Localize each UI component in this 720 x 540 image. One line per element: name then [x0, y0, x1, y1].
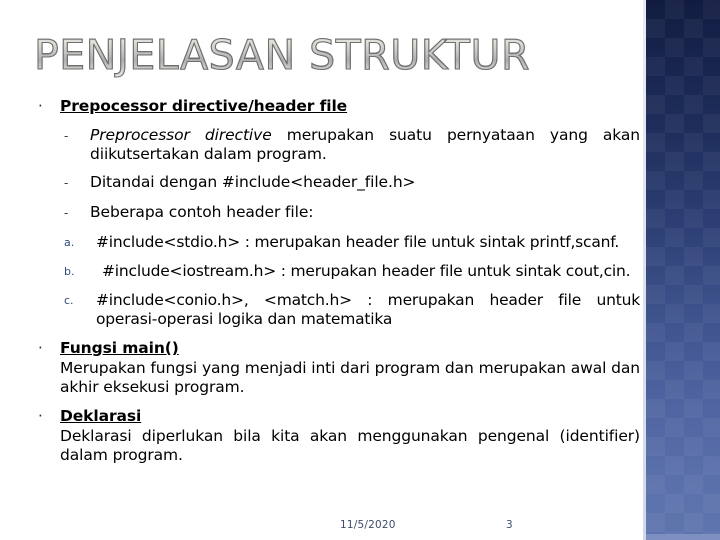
- section-heading-deklarasi: Deklarasi: [60, 407, 142, 425]
- bullet-marker-dash: -: [64, 206, 69, 220]
- bullet-item-level2: - Ditandai dengan #include<header_file.h…: [34, 173, 640, 194]
- bullet-item-level1: · Prepocessor directive/header file: [34, 96, 640, 117]
- sub-item-text-include-syntax: Ditandai dengan #include<header_file.h>: [90, 173, 416, 191]
- section-heading-fungsi-main: Fungsi main(): [60, 339, 179, 357]
- bullet-marker-dot: ·: [38, 339, 43, 357]
- slide-title-container: PENJELASAN STRUKTUR: [33, 30, 634, 86]
- lettered-item-b: b. #include<iostream.h> : merupakan head…: [34, 262, 640, 282]
- bullet-item-level1: · Fungsi main(): [34, 338, 640, 359]
- lettered-item-text-iostream: #include<iostream.h> : merupakan header …: [96, 262, 640, 281]
- footer-date: 11/5/2020: [340, 519, 396, 531]
- footer-slide-number: 3: [506, 519, 513, 531]
- section-paragraph-deklarasi: Deklarasi diperlukan bila kita akan meng…: [60, 427, 640, 464]
- list-marker-a: a.: [64, 236, 75, 249]
- lettered-item-a: a. #include<stdio.h> : merupakan header …: [34, 233, 640, 253]
- bullet-item-level2: - Beberapa contoh header file:: [34, 203, 640, 224]
- slide-body: · Prepocessor directive/header file - Pr…: [34, 96, 640, 465]
- lettered-item-text-stdio: #include<stdio.h> : merupakan header fil…: [96, 233, 620, 251]
- slide-accent-bar-pattern: [646, 0, 720, 540]
- section-heading-preprocessor: Prepocessor directive/header file: [60, 97, 348, 115]
- sub-item-text-preprocessor-definition: Preprocessor directive merupakan suatu p…: [90, 126, 640, 164]
- slide-accent-bar-edge: [643, 0, 646, 540]
- section-paragraph-fungsi-main: Merupakan fungsi yang menjadi inti dari …: [60, 359, 640, 396]
- list-marker-b: b.: [64, 265, 75, 278]
- slide-accent-bar: [646, 0, 720, 540]
- lettered-item-text-conio: #include<conio.h>, <match.h> : merupakan…: [96, 291, 640, 328]
- bullet-marker-dash: -: [64, 129, 69, 143]
- bullet-item-level2: - Preprocessor directive merupakan suatu…: [34, 126, 640, 164]
- italic-term-preprocessor-directive: Preprocessor directive: [90, 126, 272, 144]
- lettered-item-b-body: #include<iostream.h> : merupakan header …: [102, 262, 631, 280]
- slide-title: PENJELASAN STRUKTUR: [33, 30, 634, 80]
- presentation-slide: PENJELASAN STRUKTUR · Prepocessor direct…: [0, 0, 720, 540]
- lettered-item-c: c. #include<conio.h>, <match.h> : merupa…: [34, 291, 640, 329]
- list-marker-c: c.: [64, 294, 74, 307]
- bullet-marker-dash: -: [64, 176, 69, 190]
- bullet-marker-dot: ·: [38, 97, 43, 115]
- slide-accent-bar-footer-strip: [646, 534, 720, 540]
- sub-item-text-header-examples: Beberapa contoh header file:: [90, 203, 314, 221]
- bullet-marker-dot: ·: [38, 407, 43, 425]
- bullet-item-level1: · Deklarasi: [34, 406, 640, 427]
